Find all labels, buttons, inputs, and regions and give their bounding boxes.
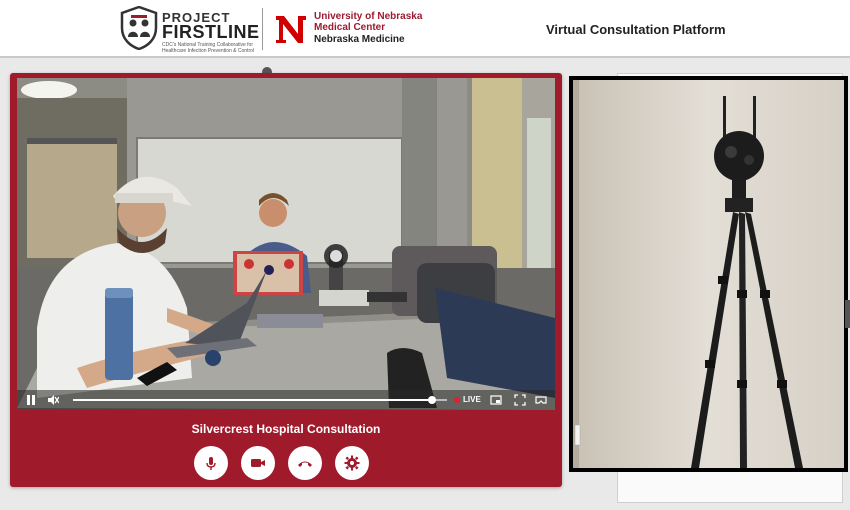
consultation-title: Silvercrest Hospital Consultation [191, 422, 381, 436]
live-indicator-icon [454, 397, 460, 403]
project-tagline: CDC's National Training Collaborative fo… [162, 42, 254, 54]
video-feed-scene [17, 78, 555, 410]
video-progress-fill [73, 399, 433, 401]
gear-icon [344, 455, 360, 471]
phone-hangup-icon [298, 461, 312, 467]
project-firstline-badge-icon [120, 6, 158, 50]
unl-n-icon [276, 16, 306, 43]
app-header: PROJECT FIRSTLINE CDC's National Trainin… [0, 0, 850, 58]
fullscreen-icon[interactable] [514, 394, 526, 406]
unmc-logo: University of Nebraska Medical Center Ne… [274, 8, 424, 50]
video-progress-bar[interactable] [73, 396, 447, 404]
mute-icon[interactable] [47, 394, 59, 406]
camera-button[interactable] [241, 446, 275, 480]
logo-divider [262, 8, 263, 50]
vr-headset-icon[interactable] [535, 394, 547, 406]
project-firstline-logo: PROJECT FIRSTLINE CDC's National Trainin… [120, 6, 260, 54]
settings-button[interactable] [335, 446, 369, 480]
picture-in-picture-icon[interactable] [490, 394, 502, 406]
call-controls [194, 446, 370, 480]
remote-camera-feed[interactable] [569, 76, 848, 472]
hang-up-button[interactable] [288, 446, 322, 480]
university-name: University of Nebraska [314, 11, 423, 22]
platform-title: Virtual Consultation Platform [546, 22, 726, 37]
video-player[interactable]: LIVE [17, 78, 555, 410]
consultation-panel: LIVE Silvercrest Hospital Consultation [10, 73, 562, 487]
side-scroll-tab[interactable] [845, 300, 850, 328]
remote-camera-view [573, 80, 844, 468]
medical-center-name: Medical Center [314, 22, 386, 33]
video-camera-icon [251, 459, 265, 467]
microphone-icon [206, 457, 216, 470]
video-progress-knob[interactable] [428, 396, 437, 404]
project-name: FIRSTLINE [162, 22, 260, 42]
live-label: LIVE [463, 395, 481, 404]
nebraska-medicine-name: Nebraska Medicine [314, 34, 405, 45]
microphone-button[interactable] [194, 446, 228, 480]
video-control-bar: LIVE [17, 390, 555, 410]
pause-icon[interactable] [25, 394, 37, 406]
tripod-scene [573, 80, 844, 468]
